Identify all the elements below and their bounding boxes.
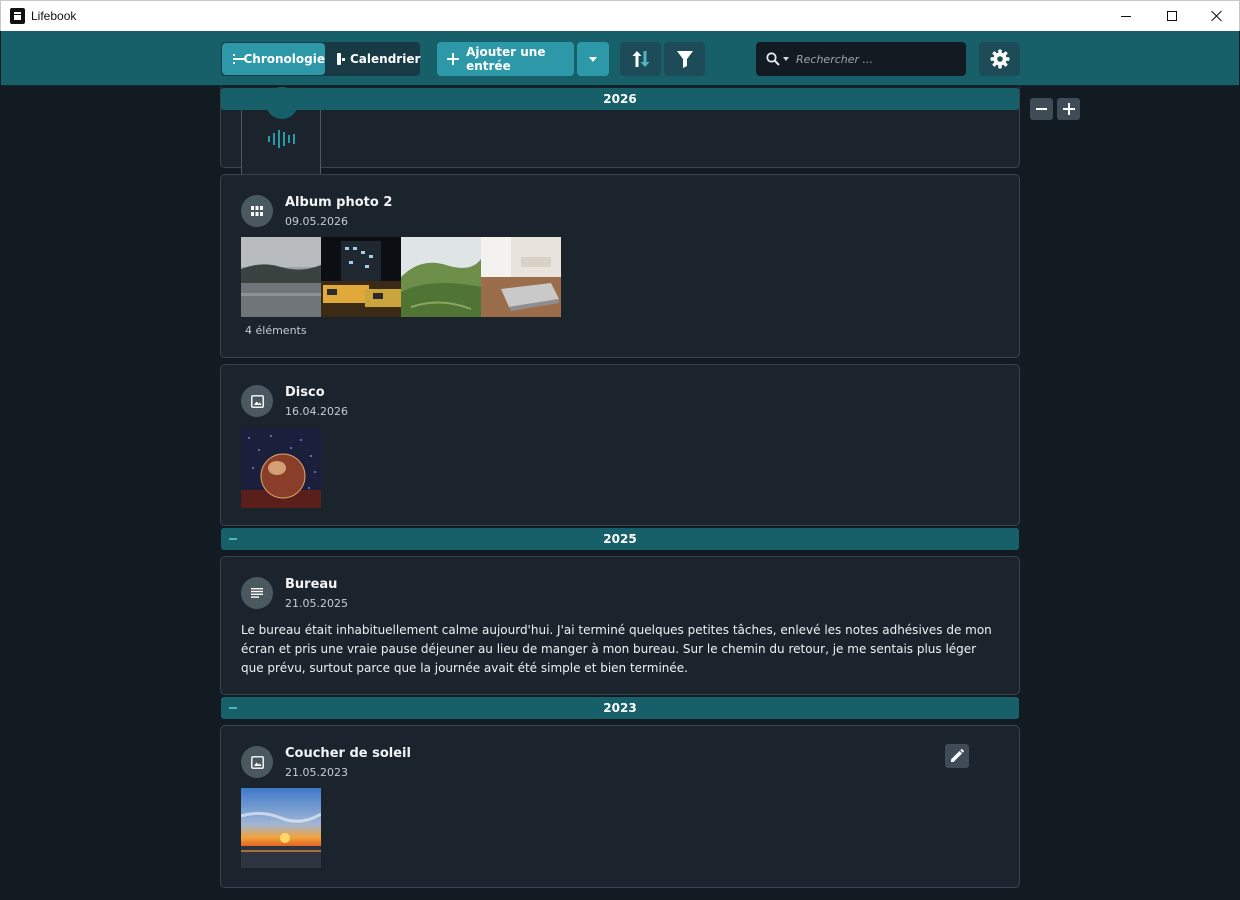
add-entry-dropdown-button[interactable]: [577, 42, 609, 76]
zoom-in-button[interactable]: [1057, 98, 1080, 120]
sunset-photo[interactable]: [241, 788, 321, 868]
entry-title: Bureau: [285, 577, 338, 592]
toolbar: Chronologie Calendrier Ajouter une entré…: [1, 31, 1239, 86]
disco-photo[interactable]: [241, 428, 321, 508]
audio-thumbnail[interactable]: [241, 87, 321, 178]
view-switcher: Chronologie Calendrier: [221, 42, 420, 76]
text-lines-icon: [251, 588, 263, 598]
calendar-view-button[interactable]: Calendrier: [327, 43, 421, 75]
audio-wave-icon: [268, 130, 295, 148]
collapse-minus-icon[interactable]: [229, 538, 237, 540]
bureau-type-icon: [241, 577, 273, 609]
album-item-count: 4 éléments: [245, 324, 307, 337]
laptop-desk-photo: [481, 237, 561, 317]
disco-ball-photo: [241, 428, 321, 508]
year-label: 2025: [603, 532, 637, 546]
entry-card-sunset[interactable]: Coucher de soleil 21.05.2023: [220, 725, 1020, 888]
edit-entry-button[interactable]: [945, 744, 969, 768]
plus-icon: [1062, 103, 1075, 115]
entry-title: Disco: [285, 385, 325, 400]
year-label: 2026: [603, 92, 637, 106]
year-header-2025[interactable]: 2025: [221, 528, 1019, 550]
album-photo-1[interactable]: [241, 237, 321, 317]
disco-type-icon: [241, 385, 273, 417]
pencil-icon: [951, 749, 964, 762]
settings-button[interactable]: [979, 42, 1020, 76]
zoom-out-button[interactable]: [1030, 98, 1053, 120]
album-photo-2[interactable]: [321, 237, 401, 317]
add-entry-label: Ajouter une entrée: [466, 45, 546, 73]
sunset-beach-photo: [241, 788, 321, 868]
search-icon[interactable]: [766, 52, 780, 66]
menu-icon: [233, 54, 242, 64]
close-icon: [1211, 10, 1223, 22]
minimize-icon: [1121, 15, 1131, 17]
chronology-view-button[interactable]: Chronologie: [222, 43, 325, 75]
year-header-2023[interactable]: 2023: [221, 697, 1019, 719]
search-options-caret-icon[interactable]: [783, 57, 789, 61]
album-photo-4[interactable]: [481, 237, 561, 317]
calendar-icon: [337, 53, 345, 65]
search-box: [756, 42, 966, 76]
grid-icon: [251, 206, 263, 216]
sort-icon: [632, 51, 649, 67]
entry-date: 21.05.2023: [285, 766, 348, 779]
add-entry-button[interactable]: Ajouter une entrée: [437, 42, 574, 76]
timeline-content[interactable]: 2026 Album photo 2 09.05.2026 4 éléments…: [1, 87, 1239, 899]
image-icon: [250, 394, 264, 408]
entry-date: 21.05.2025: [285, 597, 348, 610]
sort-button[interactable]: [620, 42, 661, 76]
year-header-2026[interactable]: 2026: [221, 88, 1019, 110]
night-street-photo: [321, 237, 401, 317]
maximize-icon: [1167, 11, 1177, 21]
title-bar: Lifebook: [0, 0, 1240, 31]
calendar-label: Calendrier: [350, 52, 421, 66]
chronology-label: Chronologie: [243, 52, 326, 66]
maximize-button[interactable]: [1149, 1, 1195, 31]
year-label: 2023: [603, 701, 637, 715]
plus-icon: [447, 53, 460, 65]
entry-card-disco[interactable]: Disco 16.04.2026: [220, 364, 1020, 526]
close-button[interactable]: [1194, 1, 1240, 31]
entry-title: Album photo 2: [285, 195, 393, 210]
chevron-down-icon: [589, 56, 597, 62]
entry-date: 16.04.2026: [285, 405, 348, 418]
gear-icon: [990, 49, 1009, 69]
collapse-minus-icon[interactable]: [229, 707, 237, 709]
green-hills-photo: [401, 237, 481, 317]
image-icon: [250, 755, 264, 769]
sunset-type-icon: [241, 746, 273, 778]
entry-title: Coucher de soleil: [285, 746, 411, 761]
minimize-button[interactable]: [1103, 1, 1149, 31]
lake-photo: [241, 237, 321, 317]
window-title: Lifebook: [31, 9, 77, 23]
album-type-icon: [241, 195, 273, 227]
entry-text: Le bureau était inhabituellement calme a…: [241, 623, 992, 675]
filter-button[interactable]: [664, 42, 705, 76]
search-input[interactable]: [796, 50, 956, 68]
entry-card-album[interactable]: Album photo 2 09.05.2026 4 éléments: [220, 174, 1020, 358]
filter-icon: [676, 51, 693, 68]
entry-card-bureau[interactable]: Bureau 21.05.2025 Le bureau était inhabi…: [220, 556, 1020, 695]
entry-date: 09.05.2026: [285, 215, 348, 228]
app-book-icon: [10, 8, 25, 24]
minus-icon: [1036, 108, 1047, 110]
album-photo-3[interactable]: [401, 237, 481, 317]
